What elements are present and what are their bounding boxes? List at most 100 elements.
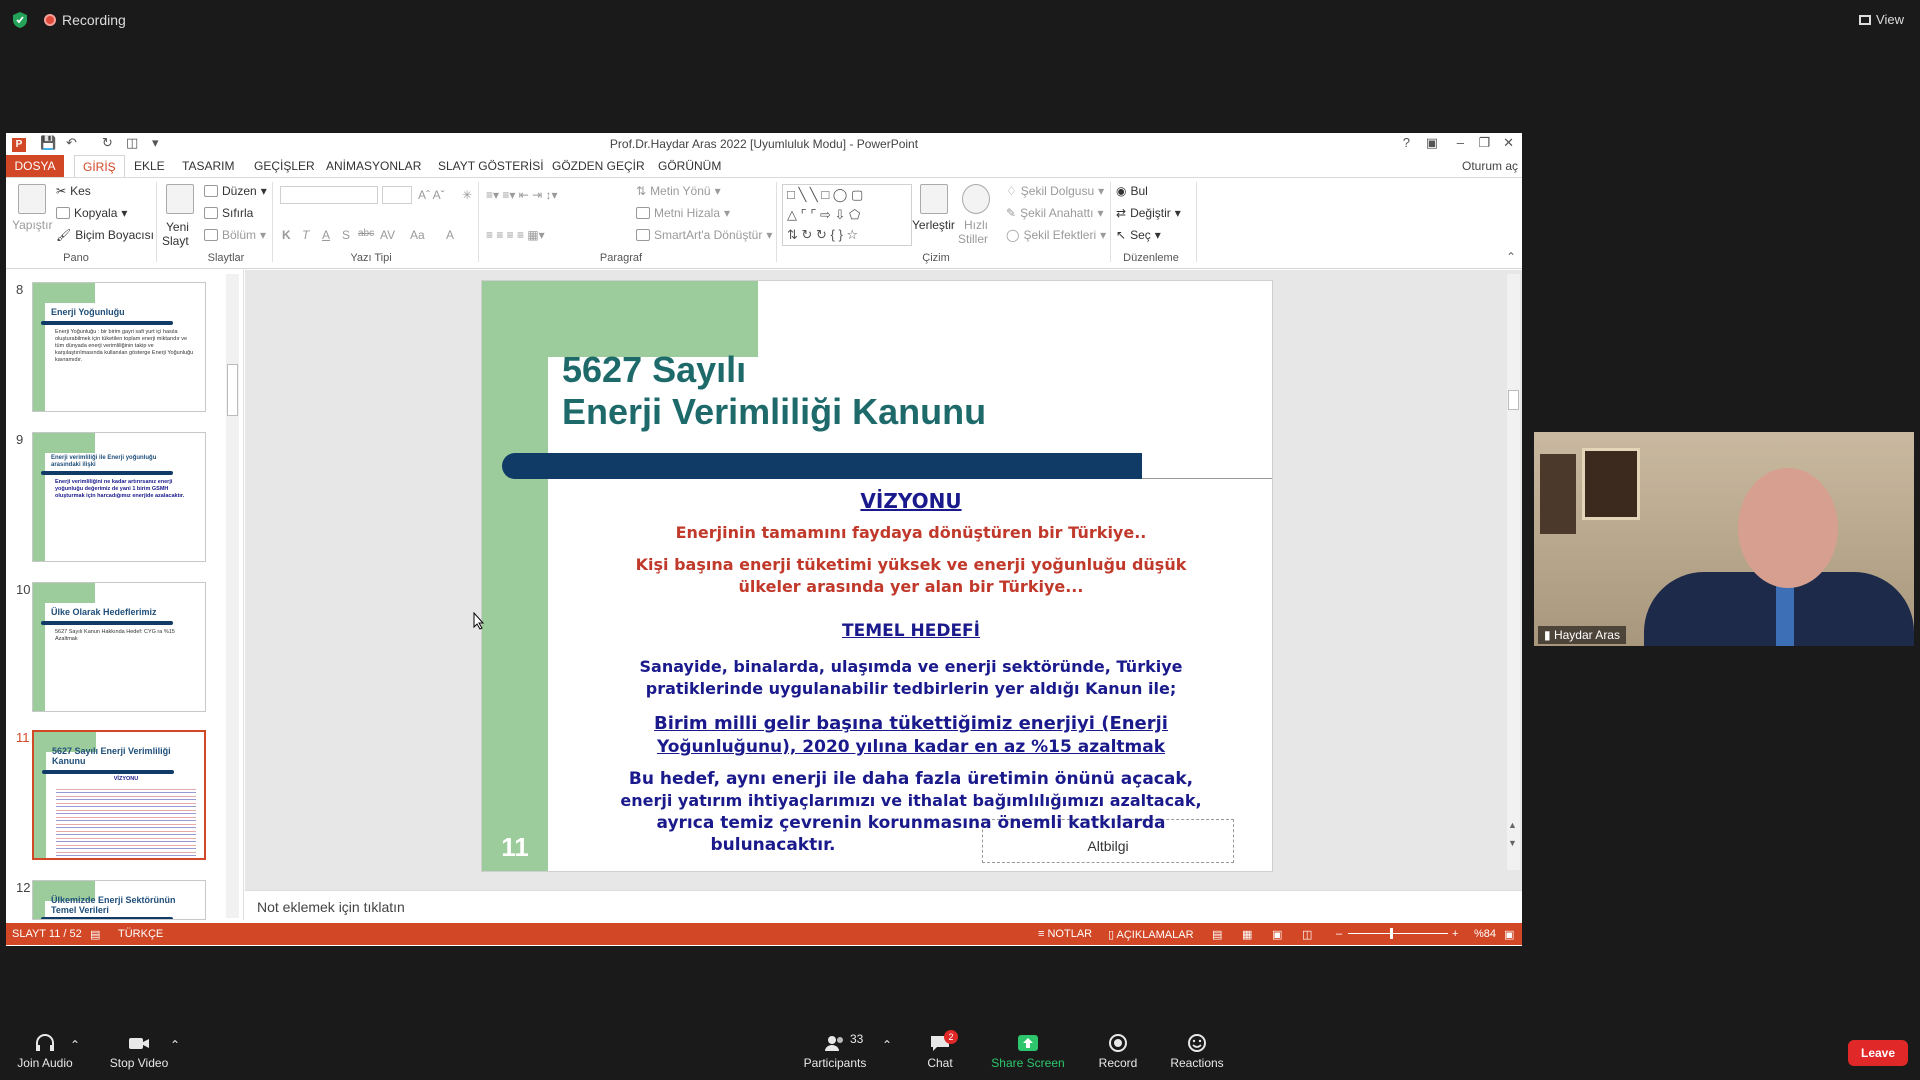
thumbnails-scrollbar[interactable] [226,274,239,918]
notes-pane[interactable]: Not eklemek için tıklatın [245,890,1522,920]
comments-button[interactable]: ▯ AÇIKLAMALAR [1108,928,1194,941]
notes-button[interactable]: ≡ NOTLAR [1038,928,1092,940]
italic-button[interactable]: T [302,228,309,242]
tab-design[interactable]: TASARIM [174,155,242,177]
stop-video-button[interactable]: Stop Video [102,1034,176,1070]
slide-sorter-icon[interactable]: ▦ [1242,928,1252,941]
arrange-icon[interactable] [920,184,948,214]
quick-styles-icon[interactable] [962,184,990,214]
char-spacing-button[interactable]: AV [380,228,395,242]
slideshow-view-icon[interactable]: ◫ [1302,928,1312,941]
restore-icon[interactable]: ❐ [1478,135,1490,151]
customize-qat-icon[interactable]: ▾ [152,135,159,153]
tab-view[interactable]: GÖRÜNÜM [650,155,729,177]
recording-indicator[interactable]: Recording [44,12,126,28]
record-button[interactable]: Record [1094,1034,1142,1070]
minimize-icon[interactable]: – [1457,135,1464,150]
sign-in-link[interactable]: Oturum aç [1462,159,1518,173]
tab-slideshow[interactable]: SLAYT GÖSTERİSİ [430,155,552,177]
find-button[interactable]: ◉ Bul [1116,184,1148,198]
zoom-in-icon[interactable]: + [1452,928,1458,940]
paste-button[interactable]: Yapıştır [12,218,52,232]
editor-scrollbar[interactable]: ▲ ▼ [1507,274,1520,870]
spellcheck-icon[interactable]: ▤ [90,928,100,941]
format-painter-button[interactable]: 🖌 Biçim Boyacısı [56,228,154,242]
slide-thumbnail-9[interactable]: Enerji verimliliği ile Enerji yoğunluğu … [32,432,206,562]
align-icons[interactable]: ≡ ≡ ≡ ≡ ▦▾ [486,228,545,242]
shape-fill-button[interactable]: ♢ Şekil Dolgusu ▾ [1006,184,1104,198]
tab-home[interactable]: GİRİŞ [74,155,125,177]
zoom-slider[interactable] [1348,933,1448,934]
new-slide-icon[interactable] [166,184,194,214]
prev-slide-icon[interactable]: ▲ [1508,820,1517,830]
slide-title[interactable]: 5627 Sayılı Enerji Verimliliği Kanunu [562,349,986,433]
slide-thumbnail-12[interactable]: Ülkemizde Enerji Sektörünün Temel Verile… [32,880,206,920]
collapse-ribbon-icon[interactable]: ⌃ [1506,250,1516,264]
slide-thumbnail-8[interactable]: Enerji Yoğunluğu Enerji Yoğunluğu : bir … [32,282,206,412]
help-icon[interactable]: ? [1403,135,1410,150]
normal-view-icon[interactable]: ▤ [1212,928,1222,941]
shapes-gallery[interactable]: □ ╲ ╲ □ ◯ ▢ △ ⌜ ⌜ ⇨ ⇩ ⬠ ⇅ ↻ ↻ { } ☆ [782,184,912,246]
tab-file[interactable]: DOSYA [6,155,64,177]
smartart-button[interactable]: SmartArt'a Dönüştür ▾ [636,228,772,242]
layout-button[interactable]: Düzen ▾ [204,184,267,198]
zoom-slider-thumb[interactable] [1390,928,1393,939]
cut-button[interactable]: ✂ Kes [56,184,91,198]
replace-button[interactable]: ⇄ Değiştir ▾ [1116,206,1181,220]
copy-button[interactable]: Kopyala ▾ [56,206,127,220]
close-icon[interactable]: ✕ [1503,135,1514,151]
strikethrough-button[interactable]: abc [358,228,374,239]
slide-thumbnail-10[interactable]: Ülke Olarak Hedeflerimiz 5627 Sayılı Kan… [32,582,206,712]
redo-icon[interactable]: ↻ [102,135,113,153]
section-button[interactable]: Bölüm ▾ [204,228,266,242]
save-icon[interactable]: 💾 [40,135,56,153]
select-button[interactable]: ↖ Seç ▾ [1116,228,1161,242]
new-slide-label-1[interactable]: Yeni [166,220,189,234]
font-size-dropdown[interactable] [382,186,412,204]
shield-icon[interactable] [12,11,28,29]
tab-transitions[interactable]: GEÇİŞLER [246,155,323,177]
grow-font-icon[interactable]: Aˆ Aˇ [418,188,445,202]
start-slideshow-icon[interactable]: ◫ [126,135,138,153]
reactions-button[interactable]: Reactions [1168,1034,1226,1070]
language-indicator[interactable]: TÜRKÇE [118,928,163,940]
fit-slide-icon[interactable]: ▣ [1504,928,1514,941]
quick-styles-label-2[interactable]: Stiller [958,232,988,246]
text-direction-button[interactable]: ⇅ Metin Yönü ▾ [636,184,721,198]
reset-button[interactable]: Sıfırla [204,206,253,220]
quick-styles-label-1[interactable]: Hızlı [964,218,988,232]
editor-scrollbar-thumb[interactable] [1508,390,1519,410]
zoom-level[interactable]: %84 [1474,928,1496,940]
reading-view-icon[interactable]: ▣ [1272,928,1282,941]
tab-animations[interactable]: ANİMASYONLAR [318,155,429,177]
slide-thumbnail-11[interactable]: 5627 Sayılı Enerji Verimliliği Kanunu Vİ… [32,730,206,860]
tab-review[interactable]: GÖZDEN GEÇİR [544,155,653,177]
bold-button[interactable]: K [282,228,291,242]
participant-video[interactable]: ▮ Haydar Aras [1534,432,1914,646]
tab-insert[interactable]: EKLE [126,155,173,177]
slide-counter[interactable]: SLAYT 11 / 52 [12,928,82,940]
scrollbar-thumb[interactable] [227,364,238,416]
align-text-button[interactable]: Metni Hizala ▾ [636,206,730,220]
leave-button[interactable]: Leave [1848,1040,1908,1066]
shape-outline-button[interactable]: ✎ Şekil Anahattı ▾ [1006,206,1103,220]
current-slide[interactable]: 5627 Sayılı Enerji Verimliliği Kanunu Vİ… [481,280,1273,872]
participants-chevron-icon[interactable]: ⌃ [882,1038,892,1052]
undo-icon[interactable]: ↶ [66,135,77,153]
change-case-button[interactable]: Aa [410,228,425,242]
ribbon-display-icon[interactable]: ▣ [1426,135,1438,151]
share-screen-button[interactable]: Share Screen [990,1034,1066,1070]
font-name-dropdown[interactable] [280,186,378,204]
video-options-chevron-icon[interactable]: ⌃ [170,1038,180,1052]
zoom-out-icon[interactable]: – [1336,928,1342,940]
bullets-icon[interactable]: ≡▾ ≡▾ ⇤ ⇥ ↕▾ [486,188,558,202]
arrange-button[interactable]: Yerleştir [912,218,955,232]
font-color-button[interactable]: A [446,228,454,242]
next-slide-icon[interactable]: ▼ [1508,838,1517,848]
audio-options-chevron-icon[interactable]: ⌃ [70,1038,80,1052]
shape-effects-button[interactable]: ◯ Şekil Efektleri ▾ [1006,228,1106,242]
underline-button[interactable]: A [322,228,330,242]
clear-format-icon[interactable]: ✳ [462,188,472,202]
new-slide-label-2[interactable]: Slayt [162,234,189,248]
paste-icon[interactable] [18,184,46,214]
